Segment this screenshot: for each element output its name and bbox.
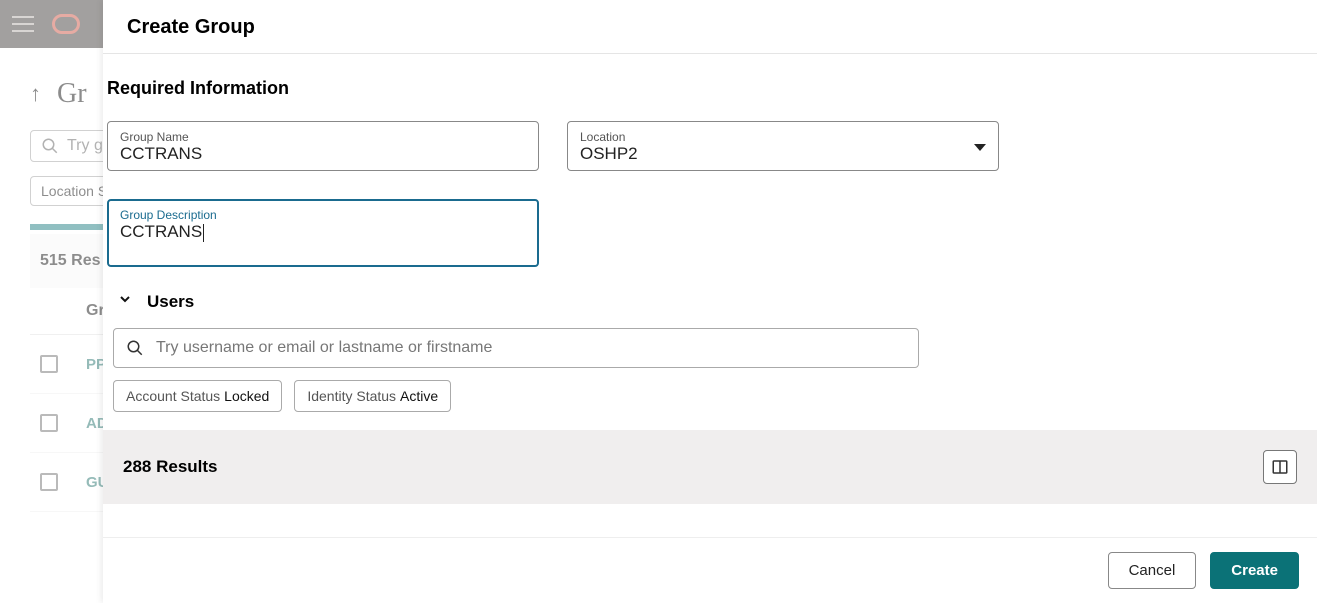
results-count: 288 Results — [123, 457, 218, 477]
group-description-value: CCTRANS — [120, 222, 202, 241]
location-label: Location — [580, 130, 638, 144]
section-required-info: Required Information — [103, 54, 1317, 121]
filter-value: Active — [400, 388, 438, 404]
filter-value: Locked — [224, 388, 269, 404]
chevron-down-icon — [117, 291, 133, 312]
filter-account-status[interactable]: Account Status Locked — [113, 380, 282, 412]
group-name-field[interactable]: Group Name CCTRANS — [107, 121, 539, 171]
group-description-label: Group Description — [120, 208, 526, 222]
columns-button[interactable] — [1263, 450, 1297, 484]
group-description-field[interactable]: Group Description CCTRANS — [107, 199, 539, 267]
filter-key: Identity Status — [307, 388, 396, 404]
chevron-down-icon — [974, 144, 986, 151]
panel-footer: Cancel Create — [103, 537, 1317, 603]
cancel-button[interactable]: Cancel — [1108, 552, 1197, 589]
filter-key: Account Status — [126, 388, 220, 404]
text-caret — [203, 224, 204, 242]
panel-title: Create Group — [103, 0, 1317, 54]
group-name-label: Group Name — [120, 130, 526, 144]
filter-identity-status[interactable]: Identity Status Active — [294, 380, 451, 412]
create-group-panel: Create Group Required Information Group … — [103, 0, 1317, 603]
search-icon — [126, 339, 144, 357]
results-bar: 288 Results — [103, 430, 1317, 504]
columns-icon — [1271, 458, 1289, 476]
user-search-input[interactable] — [113, 328, 919, 368]
group-name-value: CCTRANS — [120, 144, 526, 164]
create-button[interactable]: Create — [1210, 552, 1299, 589]
users-section-header[interactable]: Users — [103, 267, 1317, 328]
location-field[interactable]: Location OSHP2 — [567, 121, 999, 171]
users-section-label: Users — [147, 292, 194, 312]
location-value: OSHP2 — [580, 144, 638, 164]
user-search-text[interactable] — [156, 339, 906, 357]
